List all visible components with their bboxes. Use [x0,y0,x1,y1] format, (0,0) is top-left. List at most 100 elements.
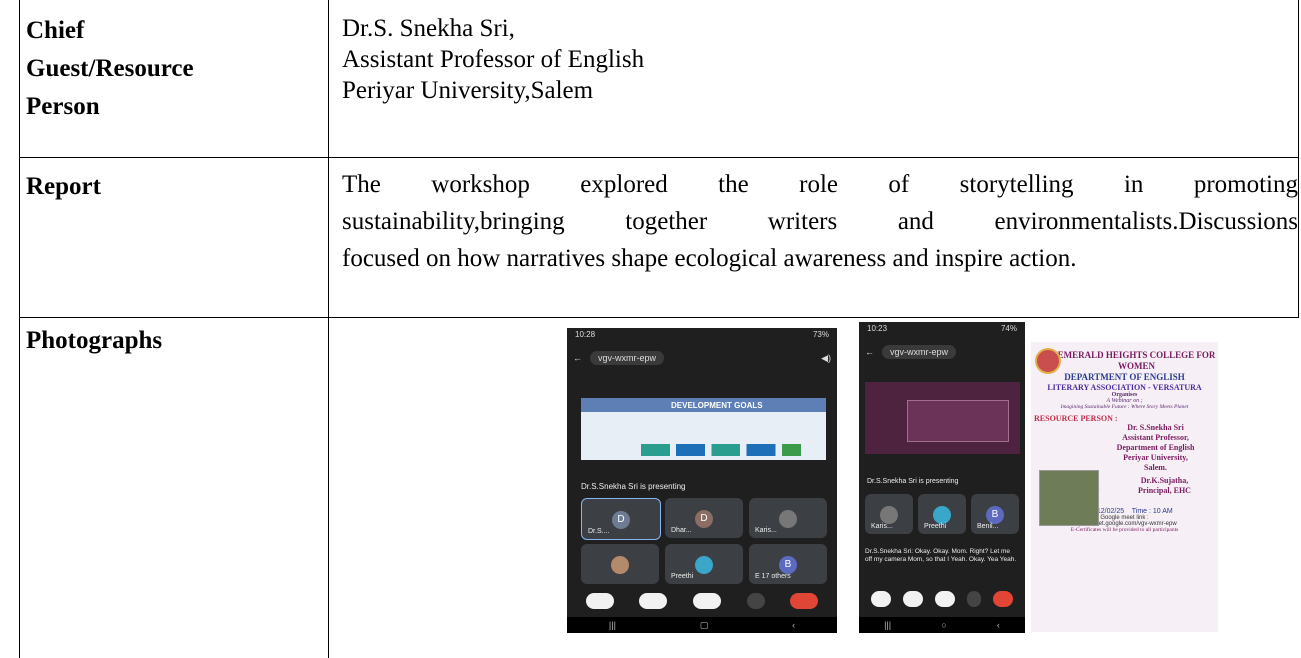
participant-tile[interactable]: B E 17 others [749,544,827,584]
participant-name: E 17 others [755,573,791,580]
end-call-button[interactable] [790,593,819,609]
poster-resource-details: Dr. S.Snekha Sri Assistant Professor, De… [1093,423,1218,473]
report-text: The workshop explored the role of storyt… [342,166,1298,277]
row-divider-1 [19,157,1299,158]
row-divider-2 [19,317,1299,318]
poster-resource-line-3: Department of English [1116,443,1195,452]
participant-tile[interactable]: Karis... [865,494,913,534]
battery-level: 73% [812,330,829,339]
avatar [933,506,951,524]
poster-college-line-2: WOMEN [1118,361,1155,371]
poster-resource-line-4: Periyar University, [1123,453,1188,462]
android-nav-bar: ||| ▢ ‹ [567,617,837,633]
poster-association: LITERARY ASSOCIATION - VERSATURA [1047,383,1202,392]
poster-topic: Imagining Sustainable Future : Where Sto… [1060,404,1189,410]
table-right-border [1298,0,1299,318]
event-poster: EMERALD HEIGHTS COLLEGE FOR WOMEN DEPART… [1031,342,1218,632]
more-options-button[interactable] [746,593,765,609]
avatar [779,510,797,528]
participant-name: Dr.S.... [588,528,610,535]
guest-label-line-1: Chief [26,17,85,44]
back-icon[interactable]: ‹ [997,620,1000,630]
guest-label: Chief Guest/Resource Person [26,12,194,126]
raise-hand-button[interactable] [692,593,721,609]
battery-level: 74% [1000,324,1017,333]
poster-department: DEPARTMENT OF ENGLISH [1064,372,1185,382]
photographs-label: Photographs [26,327,163,354]
participant-tile[interactable] [581,544,659,584]
report-label: Report [26,173,101,200]
recents-icon[interactable]: ||| [609,620,616,630]
avatar [880,506,898,524]
poster-college-line-1: EMERALD HEIGHTS COLLEGE FOR [1057,350,1216,360]
recents-icon[interactable]: ||| [884,620,891,630]
meet-header: ← vgv-wxmr-epw [865,342,1019,362]
status-bar: 10:23 74% [859,322,1025,340]
poster-presided-line-1: Dr.K.Sujatha, [1140,476,1189,485]
poster-resource-line-1: Dr. S.Snekha Sri [1127,423,1184,432]
avatar [695,556,713,574]
participant-name: Preethi [671,573,694,580]
back-arrow-icon[interactable]: ← [573,353,582,363]
status-bar: 10:28 73% [567,328,837,346]
call-controls [865,588,1019,610]
meet-screenshot-2: 10:23 74% ← vgv-wxmr-epw Dr.S.Snekha Sri… [859,322,1025,633]
report-line-2: sustainability,bringing together writers… [342,208,1298,235]
meeting-code[interactable]: vgv-wxmr-epw [590,351,665,365]
avatar: B [986,506,1004,524]
poster-certificates: E-Certificates will be provided to all p… [1070,527,1179,533]
participant-tile[interactable]: Preethi [918,494,966,534]
camera-off-button[interactable] [585,593,614,609]
participant-name: Benil... [977,523,999,530]
participant-tile[interactable]: B Benil... [971,494,1019,534]
poster-time: Time : 10 AM [1131,508,1173,515]
participant-name: Preethi [924,523,947,530]
end-call-button[interactable] [993,591,1013,607]
home-icon[interactable]: ○ [941,620,946,630]
mute-button[interactable] [903,591,923,607]
back-icon[interactable]: ‹ [792,620,795,630]
avatar [611,556,629,574]
table-column-divider [328,0,329,658]
meeting-code[interactable]: vgv-wxmr-epw [882,345,957,359]
guest-label-line-2: Guest/Resource [26,55,194,82]
slide-content-box [907,400,1009,442]
poster-resource-line-2: Assistant Professor, [1122,433,1189,442]
table-left-border [19,0,20,658]
participant-name: Dhar... [671,527,692,534]
home-icon[interactable]: ▢ [700,620,709,631]
participant-tile[interactable]: D Dr.S.... [581,498,661,540]
guest-name: Dr.S. Snekha Sri, [342,15,515,42]
poster-resource-label: RESOURCE PERSON : [1034,414,1118,423]
presenting-banner: Dr.S.Snekha Sri is presenting [867,478,959,485]
mute-button[interactable] [639,593,668,609]
status-time: 10:23 [867,324,888,333]
status-time: 10:28 [575,330,596,339]
meet-header: ← vgv-wxmr-epw ◀) [573,348,831,368]
poster-presided-details: Dr.K.Sujatha, Principal, EHC [1111,476,1218,496]
more-options-button[interactable] [967,591,981,607]
guest-title: Assistant Professor of English [342,46,645,73]
guest-institution: Periyar University,Salem [342,77,594,104]
presenting-banner: Dr.S.Snekha Sri is presenting [581,482,686,491]
participant-tile[interactable]: D Dhar... [665,498,743,538]
avatar: D [695,510,713,528]
poster-resource-line-5: Salem. [1144,463,1167,472]
shared-slide: DEVELOPMENT GOALS [581,398,826,460]
resource-person-photo [1039,470,1099,526]
raise-hand-button[interactable] [935,591,955,607]
camera-off-button[interactable] [871,591,891,607]
speaker-icon[interactable]: ◀) [821,353,831,364]
participant-name: Karis... [755,527,777,534]
participant-tile[interactable]: Karis... [749,498,827,538]
guest-value: Dr.S. Snekha Sri, Assistant Professor of… [342,13,644,106]
meet-screenshot-1: 10:28 73% ← vgv-wxmr-epw ◀) DEVELOPMENT … [567,328,837,633]
back-arrow-icon[interactable]: ← [865,347,874,357]
slide-title: DEVELOPMENT GOALS [671,401,763,410]
avatar: D [612,511,630,529]
college-seal-icon [1035,348,1061,374]
participant-tile[interactable]: Preethi [665,544,743,584]
report-line-1: The workshop explored the role of storyt… [342,171,1298,198]
guest-label-line-3: Person [26,93,100,120]
participant-name: Karis... [871,523,893,530]
